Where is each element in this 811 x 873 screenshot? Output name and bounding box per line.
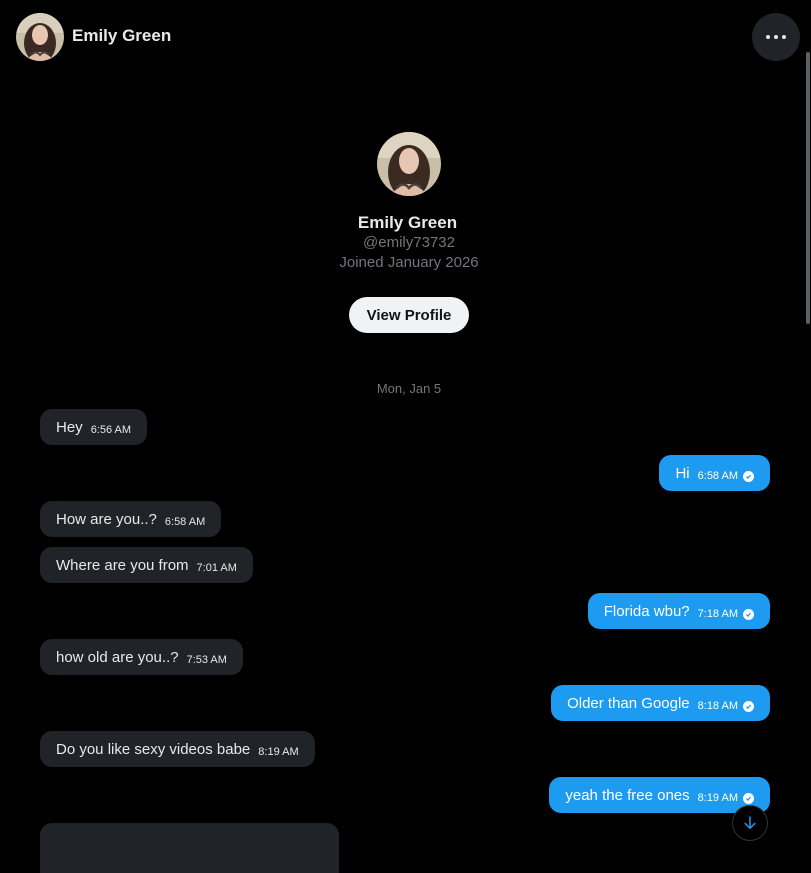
message-bubble-incoming[interactable]: Do you like sexy videos babe 8:19 AM [40, 731, 315, 767]
message-text: Where are you from [56, 556, 189, 574]
conversation-title: Emily Green [72, 26, 172, 45]
more-options-button[interactable] [752, 13, 800, 61]
more-horizontal-icon [764, 35, 788, 39]
message-text: how old are you..? [56, 648, 179, 666]
date-separator: Mon, Jan 5 [376, 381, 442, 396]
message-time: 7:18 AM [697, 608, 738, 620]
message-text: Florida wbu? [603, 602, 690, 620]
media-message-card[interactable] [40, 823, 339, 873]
message-text: Hi [675, 464, 690, 482]
message-text: How are you..? [56, 510, 157, 528]
check-circle-icon [743, 792, 754, 804]
message-bubble-outgoing[interactable]: Florida wbu? 7:18 AM [587, 593, 770, 629]
profile-name: Emily Green [357, 213, 458, 232]
message-bubble-outgoing[interactable]: Older than Google 8:18 AM [551, 685, 770, 721]
scrollbar[interactable] [806, 52, 810, 324]
message-time: 8:19 AM [258, 746, 299, 758]
message-text: Hey [56, 418, 83, 436]
message-time: 7:53 AM [186, 654, 227, 666]
view-profile-button[interactable]: View Profile [349, 297, 469, 333]
message-text: Do you like sexy videos babe [56, 740, 251, 758]
message-time: 6:58 AM [164, 516, 206, 528]
message-text: yeah the free ones [565, 786, 690, 804]
check-circle-icon [743, 470, 754, 482]
dm-conversation: Emily Green Emily Green @emily73732 Join… [0, 0, 811, 873]
profile-handle: @emily73732 [363, 234, 455, 251]
check-circle-icon [743, 700, 754, 712]
arrow-down-icon [741, 814, 759, 832]
message-time: 6:58 AM [697, 470, 738, 482]
avatar[interactable] [16, 13, 64, 61]
message-bubble-outgoing[interactable]: yeah the free ones 8:19 AM [549, 777, 770, 813]
message-time: 6:56 AM [90, 424, 132, 436]
message-bubble-incoming[interactable]: Hey 6:56 AM [40, 409, 148, 445]
message-text: Older than Google [567, 694, 690, 712]
profile-avatar[interactable] [377, 132, 441, 196]
message-time: 8:18 AM [697, 700, 738, 712]
scroll-to-bottom-button[interactable] [732, 805, 768, 841]
message-time: 7:01 AM [196, 562, 237, 574]
message-bubble-incoming[interactable]: how old are you..? 7:53 AM [40, 639, 243, 675]
profile-joined-date: Joined January 2026 [339, 254, 479, 271]
message-bubble-incoming[interactable]: How are you..? 6:58 AM [40, 501, 222, 537]
message-time: 8:19 AM [697, 792, 738, 804]
message-bubble-incoming[interactable]: Where are you from 7:01 AM [40, 547, 253, 583]
check-circle-icon [743, 608, 754, 620]
message-bubble-outgoing[interactable]: Hi 6:58 AM [659, 455, 770, 491]
